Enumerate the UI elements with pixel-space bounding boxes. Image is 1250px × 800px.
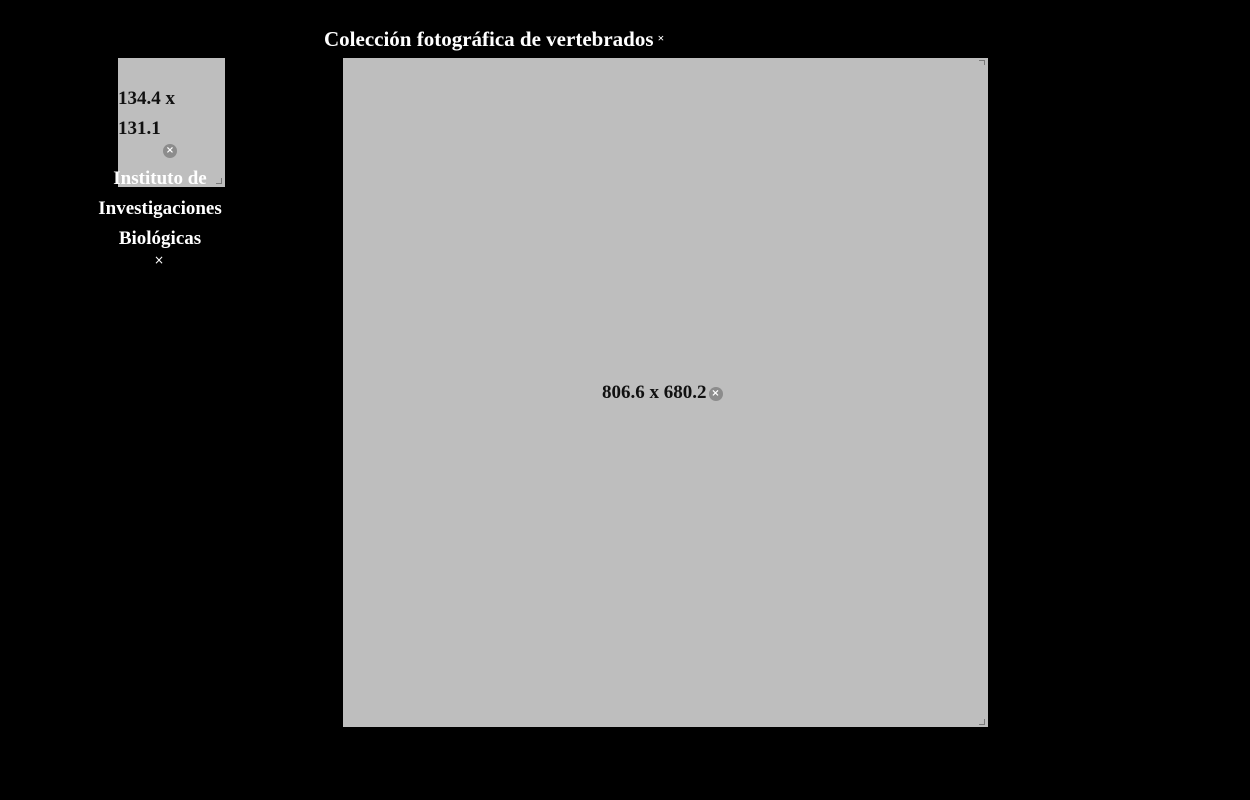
main-image-resize-handle-top[interactable] (979, 60, 985, 65)
main-image-dimensions: 806.6 x 680.2 (602, 382, 707, 403)
main-image-resize-handle-bottom[interactable] (979, 719, 985, 725)
main-image-dimensions-group: 806.6 x 680.2 × (602, 378, 723, 408)
thumbnail-dimensions-line2: 131.1 (118, 118, 161, 139)
institute-name: Instituto de Investigaciones Biológicas (90, 164, 230, 254)
page-title-text: Colección fotográfica de vertebrados (324, 27, 654, 51)
institute-name-line2: Investigaciones (98, 198, 222, 219)
main-image-remove-icon[interactable]: × (708, 387, 723, 401)
thumbnail-dimensions: 134.4 x 131.1 (118, 84, 198, 144)
institute-name-line1: Instituto de (113, 168, 207, 189)
thumbnail-dimensions-line1: 134.4 x (118, 88, 175, 109)
page-title: Colección fotográfica de vertebrados × (324, 24, 664, 54)
institute-name-line3: Biológicas (118, 228, 202, 249)
main-image-placeholder[interactable]: 806.6 x 680.2 × (343, 58, 988, 727)
title-close-icon[interactable]: × (658, 24, 665, 52)
thumbnail-remove-icon[interactable]: × (163, 144, 177, 158)
institute-close-icon[interactable]: × (154, 253, 164, 267)
